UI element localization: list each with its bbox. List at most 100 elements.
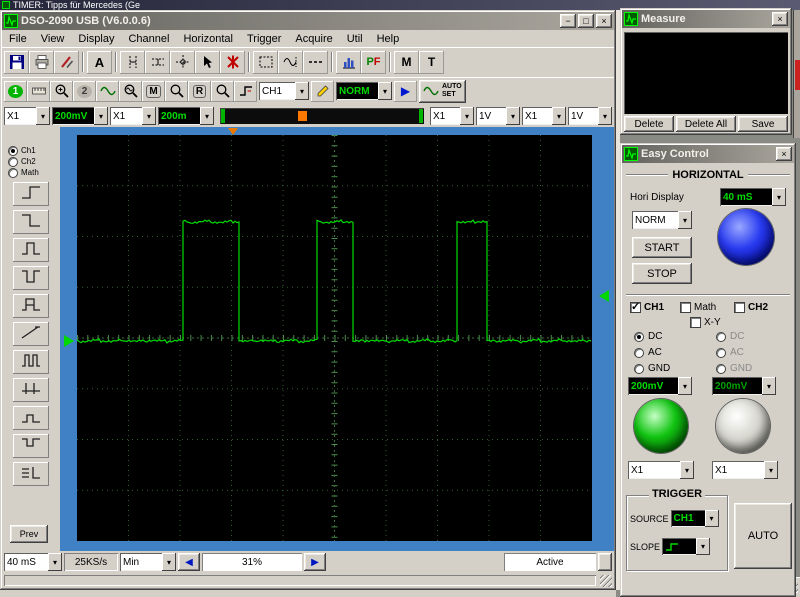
trigger-level-marker[interactable] bbox=[599, 290, 609, 303]
ch2-checkbox[interactable]: CH2 bbox=[734, 302, 768, 313]
channel-select-ch2[interactable]: Ch2 bbox=[8, 156, 60, 167]
window-trigger-button[interactable] bbox=[13, 350, 49, 374]
slider-handle-icon[interactable] bbox=[297, 111, 307, 121]
trigger-slope-select[interactable]: ▾ bbox=[662, 538, 711, 555]
chevron-down-icon[interactable]: ▾ bbox=[36, 107, 50, 125]
hori-mode-select[interactable]: NORM ▾ bbox=[632, 211, 692, 229]
zoom-button[interactable] bbox=[211, 80, 234, 102]
hori-timebase-select[interactable]: 40 mS ▾ bbox=[720, 188, 786, 206]
main-titlebar[interactable]: DSO-2090 USB (V6.0.0.6) − □ × bbox=[2, 12, 614, 30]
capture-button[interactable] bbox=[54, 50, 79, 74]
ch1-dc-radio[interactable]: DC bbox=[634, 331, 662, 342]
chevron-down-icon[interactable]: ▾ bbox=[704, 510, 719, 527]
ch2-ac-radio[interactable]: AC bbox=[716, 347, 744, 358]
chevron-down-icon[interactable]: ▾ bbox=[94, 107, 108, 125]
text-t-button[interactable]: T bbox=[419, 50, 444, 74]
probe-pen-button[interactable] bbox=[311, 80, 334, 102]
select-rect-button[interactable] bbox=[253, 50, 278, 74]
chevron-down-icon[interactable]: ▾ bbox=[762, 377, 776, 395]
runt-positive-button[interactable] bbox=[13, 406, 49, 430]
ch2-voltage-select[interactable]: 200m ▾ bbox=[158, 107, 214, 125]
auto-set-button[interactable]: AUTO SET bbox=[419, 79, 466, 103]
delete-marker-button[interactable] bbox=[220, 50, 245, 74]
chevron-down-icon[interactable]: ▾ bbox=[460, 107, 474, 125]
trigger-mode-select[interactable]: NORM ▾ bbox=[336, 82, 392, 100]
menu-item-acquire[interactable]: Acquire bbox=[288, 32, 339, 46]
ch2-gnd-radio[interactable]: GND bbox=[716, 363, 752, 374]
trigger-slope-button[interactable] bbox=[234, 80, 257, 102]
math-m-button[interactable]: M bbox=[394, 50, 419, 74]
delete-button[interactable]: Delete bbox=[624, 116, 674, 132]
zoom-in-button[interactable] bbox=[50, 80, 73, 102]
menu-item-file[interactable]: File bbox=[2, 32, 34, 46]
save-measure-button[interactable]: Save bbox=[738, 116, 788, 132]
refa-multiplier-select[interactable]: X1 ▾ bbox=[430, 107, 474, 125]
ch1-gnd-radio[interactable]: GND bbox=[634, 363, 670, 374]
xy-checkbox[interactable]: X-Y bbox=[690, 317, 721, 328]
chevron-down-icon[interactable]: ▾ bbox=[696, 538, 711, 555]
refb-multiplier-select[interactable]: X1 ▾ bbox=[522, 107, 566, 125]
ch1-checkbox[interactable]: CH1 bbox=[630, 300, 664, 313]
timebase-select[interactable]: 40 mS ▾ bbox=[4, 553, 62, 571]
chevron-down-icon[interactable]: ▾ bbox=[295, 82, 309, 100]
ch1-voltage-select[interactable]: 200mV ▾ bbox=[52, 107, 108, 125]
ch1-volts-select[interactable]: 200mV ▾ bbox=[628, 377, 692, 395]
wave-measure-button[interactable] bbox=[278, 50, 303, 74]
trigger-position-slider[interactable] bbox=[220, 108, 424, 124]
slope-trigger-button[interactable] bbox=[13, 322, 49, 346]
chevron-down-icon[interactable]: ▾ bbox=[764, 461, 778, 479]
resize-grip[interactable] bbox=[600, 574, 612, 587]
easy-control-close-button[interactable]: × bbox=[776, 147, 792, 161]
rise-edge-button[interactable] bbox=[13, 182, 49, 206]
refa-voltage-select[interactable]: 1V ▾ bbox=[476, 107, 520, 125]
menu-item-trigger[interactable]: Trigger bbox=[240, 32, 288, 46]
ch2-badge-button[interactable]: 2 bbox=[73, 80, 96, 102]
r-badge-button[interactable]: R bbox=[188, 80, 211, 102]
scroll-right-button[interactable]: ▶ bbox=[304, 553, 326, 571]
menu-item-channel[interactable]: Channel bbox=[121, 32, 176, 46]
chevron-down-icon[interactable]: ▾ bbox=[772, 188, 786, 206]
zoom-wave-button[interactable] bbox=[119, 80, 142, 102]
cursor-tracking-button[interactable] bbox=[170, 50, 195, 74]
pulse-negative-button[interactable] bbox=[13, 266, 49, 290]
start-button[interactable]: START bbox=[632, 237, 692, 258]
ch1-ac-radio[interactable]: AC bbox=[634, 347, 662, 358]
prev-button[interactable]: Prev bbox=[10, 525, 48, 543]
ruler-button[interactable] bbox=[27, 80, 50, 102]
scroll-left-button[interactable]: ◀ bbox=[178, 553, 200, 571]
wave-button[interactable] bbox=[96, 80, 119, 102]
trigger-position-marker[interactable] bbox=[228, 128, 239, 135]
ch1-ground-marker[interactable] bbox=[64, 334, 74, 347]
refb-voltage-select[interactable]: 1V ▾ bbox=[568, 107, 612, 125]
chevron-down-icon[interactable]: ▾ bbox=[378, 82, 392, 100]
menu-item-help[interactable]: Help bbox=[370, 32, 407, 46]
chevron-down-icon[interactable]: ▾ bbox=[506, 107, 520, 125]
ch2-multiplier-panel-select[interactable]: X1 ▾ bbox=[712, 461, 778, 479]
pattern-trigger-button[interactable] bbox=[13, 462, 49, 486]
ch1-multiplier-select[interactable]: X1 ▾ bbox=[4, 107, 50, 125]
math-checkbox[interactable]: Math bbox=[680, 302, 716, 313]
cursor-arrow-button[interactable] bbox=[195, 50, 220, 74]
chevron-down-icon[interactable]: ▾ bbox=[200, 107, 214, 125]
menu-item-display[interactable]: Display bbox=[71, 32, 121, 46]
interpolation-select[interactable]: Min ▾ bbox=[120, 553, 176, 571]
pass-fail-button[interactable]: PF bbox=[361, 50, 386, 74]
ch1-badge-button[interactable]: 1 bbox=[4, 80, 27, 102]
zoom-button[interactable] bbox=[165, 80, 188, 102]
measure-titlebar[interactable]: Measure × bbox=[622, 10, 790, 28]
trigger-source-panel-select[interactable]: CH1 ▾ bbox=[670, 510, 719, 527]
interval-trigger-button[interactable] bbox=[13, 378, 49, 402]
ch2-dc-radio[interactable]: DC bbox=[716, 331, 744, 342]
measure-close-button[interactable]: × bbox=[772, 12, 788, 26]
chevron-down-icon[interactable]: ▾ bbox=[552, 107, 566, 125]
pulse-positive-button[interactable] bbox=[13, 238, 49, 262]
runt-negative-button[interactable] bbox=[13, 434, 49, 458]
auto-trigger-button[interactable]: AUTO bbox=[734, 503, 792, 569]
horizontal-knob[interactable] bbox=[718, 209, 774, 265]
cursor-vertical-button[interactable] bbox=[120, 50, 145, 74]
trigger-source-select[interactable]: CH1 ▾ bbox=[259, 82, 309, 100]
ch1-volts-knob[interactable] bbox=[634, 399, 688, 453]
channel-select-ch1[interactable]: Ch1 bbox=[8, 145, 60, 156]
ch2-volts-knob[interactable] bbox=[716, 399, 770, 453]
chevron-down-icon[interactable]: ▾ bbox=[680, 461, 694, 479]
